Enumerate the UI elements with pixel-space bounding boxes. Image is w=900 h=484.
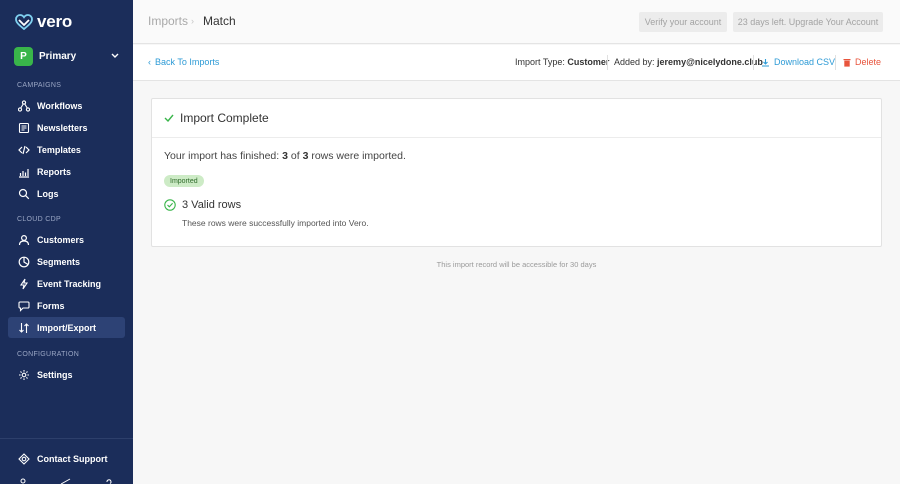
sidebar-bottom-icons [0, 476, 133, 484]
gear-icon [18, 369, 30, 381]
logo[interactable]: vero [15, 12, 72, 32]
sidebar-item-label: Forms [37, 300, 65, 311]
account-avatar: P [14, 46, 33, 66]
chart-icon [18, 166, 30, 178]
import-toolbar: ‹ Back To Imports Import Type: Customer … [133, 45, 900, 81]
import-type-value: Customer [567, 57, 610, 67]
sidebar-item-label: Newsletters [37, 122, 88, 133]
newsletter-icon [18, 122, 30, 134]
sidebar-item-settings[interactable]: Settings [8, 364, 125, 385]
sidebar-item-label: Import/Export [37, 322, 97, 333]
summary-suffix: rows were imported. [311, 150, 406, 162]
chevron-down-icon [110, 51, 120, 61]
trash-icon [843, 58, 851, 67]
checkmark-icon [164, 114, 174, 122]
sidebar-item-reports[interactable]: Reports [8, 161, 125, 182]
help-icon[interactable] [104, 478, 114, 484]
back-to-imports-link[interactable]: ‹ Back To Imports [148, 57, 219, 67]
import-type: Import Type: Customer [515, 57, 609, 67]
verify-account-button[interactable]: Verify your account [639, 12, 727, 32]
divider [835, 55, 836, 70]
sidebar-item-label: Segments [37, 256, 81, 267]
contact-support-link[interactable]: Contact Support [8, 448, 125, 469]
summary-imported-count: 3 [282, 150, 288, 162]
sidebar-item-label: Workflows [37, 100, 83, 111]
import-type-label: Import Type: [515, 57, 565, 67]
account-switcher[interactable]: P Primary [14, 46, 120, 66]
delete-label: Delete [855, 57, 882, 67]
workflow-icon [18, 99, 30, 112]
vero-heart-icon [15, 14, 33, 30]
breadcrumb-imports[interactable]: Imports [148, 14, 188, 28]
logo-text: vero [37, 12, 73, 31]
back-link-label: Back To Imports [155, 57, 220, 67]
sidebar-item-newsletters[interactable]: Newsletters [8, 117, 125, 138]
section-label-configuration: CONFIGURATION [17, 351, 80, 358]
upgrade-account-button[interactable]: 23 days left. Upgrade Your Account [733, 12, 883, 32]
download-csv-label: Download CSV [774, 57, 836, 67]
account-name: Primary [39, 50, 77, 62]
status-badge: Imported [164, 175, 204, 187]
sidebar-item-logs[interactable]: Logs [8, 183, 125, 204]
sidebar-item-label: Logs [37, 188, 59, 199]
divider [607, 55, 608, 70]
chat-icon [18, 300, 30, 312]
download-csv-button[interactable]: Download CSV [761, 57, 835, 67]
person-icon [18, 234, 30, 246]
sidebar-item-label: Event Tracking [37, 278, 102, 289]
added-by: Added by: jeremy@nicelydone.club [614, 57, 763, 67]
sidebar: vero P Primary CAMPAIGNS Workflows Newsl… [0, 0, 133, 484]
import-export-icon [18, 322, 30, 334]
sidebar-item-event-tracking[interactable]: Event Tracking [8, 273, 125, 294]
sidebar-item-label: Reports [37, 166, 72, 177]
download-icon [762, 58, 769, 67]
summary-of: of [290, 150, 300, 162]
megaphone-icon[interactable] [60, 478, 72, 484]
valid-rows-description: These rows were successfully imported in… [182, 218, 369, 228]
bolt-icon [18, 278, 30, 290]
sidebar-item-label: Templates [37, 144, 81, 155]
top-bar: Imports › Match Verify your account 23 d… [133, 0, 900, 44]
import-summary: Your import has finished: 3 of 3 rows we… [164, 150, 406, 162]
valid-rows-title: 3 Valid rows [182, 199, 242, 211]
card-title: Import Complete [180, 111, 269, 125]
delete-button[interactable]: Delete [843, 57, 881, 67]
divider [753, 55, 754, 70]
section-label-campaigns: CAMPAIGNS [17, 82, 62, 89]
sidebar-item-segments[interactable]: Segments [8, 251, 125, 272]
sidebar-item-label: Contact Support [37, 453, 108, 464]
pie-icon [18, 256, 30, 268]
added-by-value: jeremy@nicelydone.club [657, 57, 763, 67]
import-result-card: Import Complete Your import has finished… [151, 98, 882, 247]
support-icon [18, 452, 30, 465]
sidebar-item-customers[interactable]: Customers [8, 229, 125, 250]
check-circle-icon [164, 199, 176, 211]
sidebar-item-import-export[interactable]: Import/Export [8, 317, 125, 338]
code-icon [18, 144, 30, 156]
summary-total-count: 3 [302, 150, 309, 162]
valid-rows-heading: 3 Valid rows [164, 199, 241, 211]
sidebar-item-templates[interactable]: Templates [8, 139, 125, 160]
sidebar-divider [0, 438, 133, 439]
sidebar-item-label: Customers [37, 234, 85, 245]
added-by-label: Added by: [614, 57, 655, 67]
user-icon[interactable] [18, 478, 28, 484]
card-header: Import Complete [152, 99, 881, 138]
sidebar-item-label: Settings [37, 369, 73, 380]
section-label-cloud-cdp: CLOUD CDP [17, 216, 61, 223]
sidebar-item-forms[interactable]: Forms [8, 295, 125, 316]
chevron-left-icon: ‹ [148, 57, 151, 67]
summary-prefix: Your import has finished: [164, 150, 280, 162]
search-icon [18, 188, 30, 200]
sidebar-item-workflows[interactable]: Workflows [8, 95, 125, 116]
retention-note: This import record will be accessible fo… [436, 260, 597, 269]
breadcrumb-separator: › [191, 16, 194, 26]
breadcrumb-current: Match [203, 14, 236, 28]
